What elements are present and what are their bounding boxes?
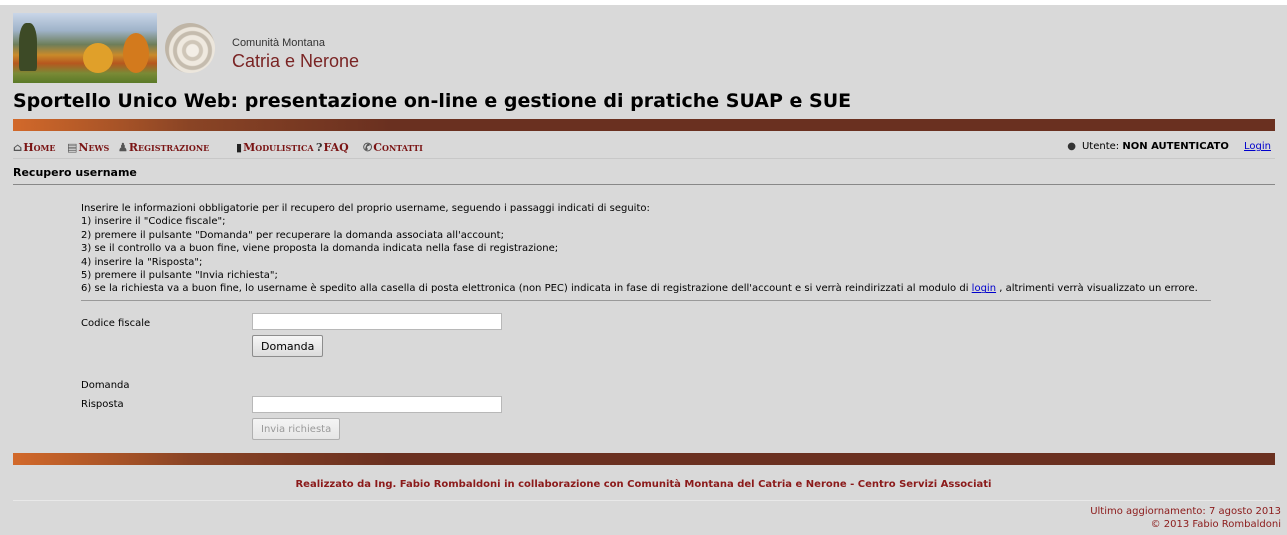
footer-divider-bar [13, 453, 1275, 465]
ammonite-logo [165, 23, 215, 73]
step6-text-after: , altrimenti verrà visualizzato un error… [996, 283, 1198, 295]
org-name-line1: Comunità Montana [232, 37, 325, 49]
nav-contatti-label: Contatti [373, 141, 423, 154]
main-navigation: ⌂Home ▤News ♟Registrazione ▮Modulistica … [13, 138, 1275, 159]
page-title: Sportello Unico Web: presentazione on-li… [13, 90, 852, 112]
instructions-divider [81, 300, 1211, 301]
nav-news[interactable]: ▤News [67, 141, 109, 154]
codice-fiscale-input[interactable] [252, 313, 502, 330]
nav-modulistica-label: Modulistica [243, 141, 314, 154]
footer-update-info: Ultimo aggiornamento: 7 agosto 2013 © 20… [1090, 505, 1281, 531]
nav-registrazione-label: Registrazione [128, 141, 210, 154]
risposta-label: Risposta [81, 399, 124, 410]
landscape-image [13, 13, 157, 83]
user-icon: ● [1067, 141, 1076, 152]
codice-fiscale-label: Codice fiscale [81, 318, 151, 329]
nav-modulistica[interactable]: ▮Modulistica [236, 141, 314, 154]
instructions: Inserire le informazioni obbligatorie pe… [81, 202, 1198, 296]
org-name-line2: Catria e Nerone [232, 51, 360, 71]
user-status-area: ● Utente: NON AUTENTICATO Login [1067, 141, 1271, 152]
nav-news-label: News [78, 141, 110, 154]
domanda-button[interactable]: Domanda [252, 335, 324, 357]
nav-contatti[interactable]: ✆Contatti [363, 141, 423, 154]
step6-text-before: 6) se la richiesta va a buon fine, lo us… [81, 283, 972, 295]
footer-credit: Realizzato da Ing. Fabio Rombaldoni in c… [295, 479, 992, 490]
footer-rule [13, 500, 1275, 501]
section-title: Recupero username [13, 166, 137, 179]
copyright: © 2013 Fabio Rombaldoni [1150, 519, 1281, 530]
news-icon: ▤ [67, 141, 78, 154]
home-icon: ⌂ [13, 141, 23, 154]
login-link[interactable]: Login [1244, 141, 1271, 152]
domanda-label: Domanda [81, 380, 130, 391]
instruction-step-5: 5) premere il pulsante "Invia richiesta"… [81, 270, 278, 282]
user-label: Utente: [1081, 141, 1120, 152]
instruction-step-1: 1) inserire il "Codice fiscale"; [81, 216, 226, 228]
nav-faq[interactable]: ?FAQ [316, 141, 349, 154]
site-header: Comunità Montana Catria e Nerone [0, 5, 1287, 90]
login-inline-link[interactable]: login [972, 283, 996, 294]
instruction-step-4: 4) inserire la "Risposta"; [81, 256, 203, 268]
nav-faq-label: FAQ [323, 141, 349, 154]
phone-icon: ✆ [363, 141, 373, 154]
instruction-step-6: 6) se la richiesta va a buon fine, lo us… [81, 282, 1198, 295]
section-divider [13, 184, 1275, 185]
header-divider-bar [13, 119, 1275, 131]
question-icon: ? [316, 141, 323, 154]
last-updated: Ultimo aggiornamento: 7 agosto 2013 [1090, 506, 1281, 517]
invia-richiesta-button[interactable]: Invia richiesta [252, 418, 341, 440]
add-user-icon: ♟ [118, 141, 128, 154]
instruction-step-2: 2) premere il pulsante "Domanda" per rec… [81, 229, 504, 241]
user-status: NON AUTENTICATO [1122, 141, 1229, 152]
document-icon: ▮ [236, 141, 243, 154]
nav-home[interactable]: ⌂Home [13, 141, 56, 154]
nav-home-label: Home [23, 141, 56, 154]
nav-registrazione[interactable]: ♟Registrazione [118, 141, 209, 154]
instructions-intro: Inserire le informazioni obbligatorie pe… [81, 203, 650, 214]
instruction-step-3: 3) se il controllo va a buon fine, viene… [81, 243, 559, 255]
risposta-input[interactable] [252, 396, 502, 413]
